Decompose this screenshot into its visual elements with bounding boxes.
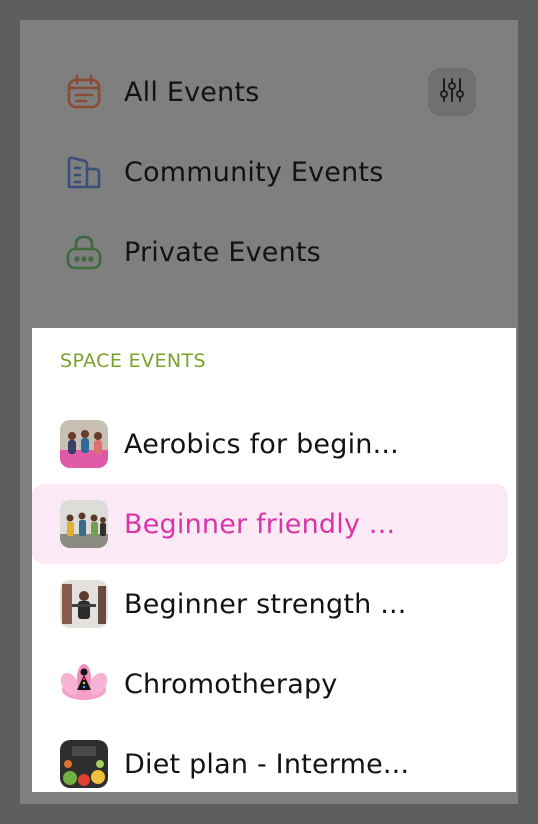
sliders-icon	[439, 77, 465, 107]
space-event-label: Beginner friendly ...	[124, 508, 396, 540]
space-event-item-active[interactable]: Beginner friendly ...	[32, 484, 508, 564]
diet-plan-thumbnail	[60, 740, 108, 788]
nav-item-private-events[interactable]: Private Events	[64, 228, 484, 276]
events-panel: All Events Community Events Private Even…	[20, 20, 518, 804]
nav-item-label: Community Events	[124, 156, 384, 188]
space-event-label: Aerobics for begin...	[124, 428, 399, 460]
event-categories: All Events Community Events Private Even…	[20, 20, 518, 328]
buildings-icon	[64, 152, 104, 192]
space-event-item[interactable]: Diet plan - Interme...	[32, 724, 508, 792]
nav-item-community-events[interactable]: Community Events	[64, 148, 484, 196]
space-event-item[interactable]: Beginner strength ...	[32, 564, 508, 644]
space-event-item[interactable]: Chromotherapy	[32, 644, 508, 724]
nav-item-label: Private Events	[124, 236, 321, 268]
space-event-item[interactable]: Aerobics for begin...	[32, 404, 508, 484]
space-events-list: SPACE EVENTS Aerobics for begin... Begin…	[32, 328, 516, 792]
nav-item-all-events[interactable]: All Events	[64, 68, 484, 116]
space-event-label: Diet plan - Interme...	[124, 748, 410, 780]
nav-item-label: All Events	[124, 76, 260, 108]
section-title: SPACE EVENTS	[60, 350, 206, 372]
space-event-label: Beginner strength ...	[124, 588, 407, 620]
calendar-icon	[64, 72, 104, 112]
space-event-label: Chromotherapy	[124, 668, 338, 700]
group-fitness-thumbnail	[60, 500, 108, 548]
lotus-meditation-thumbnail	[60, 660, 108, 708]
lock-icon	[64, 232, 104, 272]
filter-button[interactable]	[428, 68, 476, 116]
strength-thumbnail	[60, 580, 108, 628]
aerobics-thumbnail	[60, 420, 108, 468]
